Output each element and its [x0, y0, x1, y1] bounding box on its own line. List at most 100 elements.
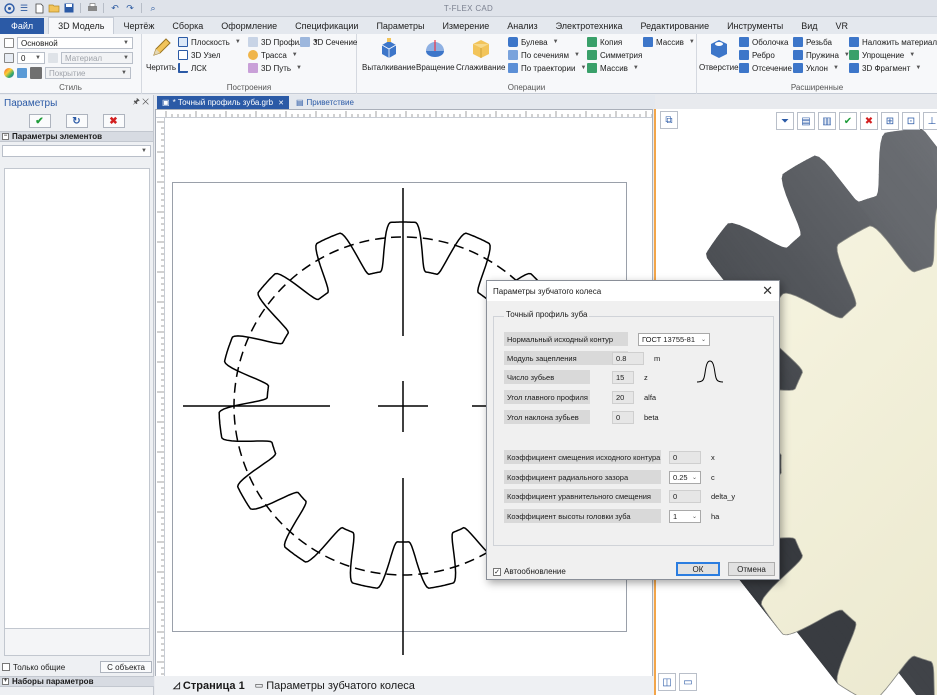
tab-parameters[interactable]: Параметры: [367, 18, 433, 34]
selection-filter-button[interactable]: ▥: [818, 112, 836, 130]
section3d-button[interactable]: 3D Сечение: [300, 37, 357, 47]
node3d-button[interactable]: 3D Узел: [178, 50, 221, 60]
app-logo-icon[interactable]: [3, 2, 15, 14]
open-folder-icon[interactable]: [48, 2, 60, 14]
zoom-fit-button[interactable]: ⊡: [902, 112, 920, 130]
grid-button[interactable]: ⊞: [881, 112, 899, 130]
color-palette-icon[interactable]: [4, 68, 14, 78]
doc-tab-gear-profile[interactable]: ▣ * Точный профиль зуба.grb ✕: [157, 96, 289, 109]
unit-label: x: [711, 452, 715, 462]
path-button[interactable]: Трасса ▼: [248, 50, 298, 60]
tab-formatting[interactable]: Оформление: [212, 18, 286, 34]
apply-button[interactable]: ✔: [28, 114, 51, 128]
auto-update-checkbox[interactable]: ✓ Автообновление: [493, 567, 566, 576]
ok-button[interactable]: ОК: [676, 562, 720, 576]
array-button-2[interactable]: Массив ▼: [587, 63, 639, 73]
array-button-1[interactable]: Массив ▼: [643, 37, 695, 47]
array-label-1: Массив: [656, 37, 684, 47]
tab-assembly[interactable]: Сборка: [163, 18, 212, 34]
save-icon[interactable]: [63, 2, 75, 14]
tab-view[interactable]: Вид: [792, 18, 826, 34]
helix-angle-input[interactable]: 0: [612, 410, 634, 424]
tab-vr[interactable]: VR: [827, 18, 858, 34]
slope-button[interactable]: Уклон ▼: [793, 63, 839, 73]
module-input[interactable]: 0.8: [612, 351, 644, 365]
draw-button[interactable]: Чертить: [146, 36, 176, 72]
fragment3d-button[interactable]: 3D Фрагмент ▼: [849, 63, 921, 73]
only-common-checkbox[interactable]: Только общие: [2, 663, 65, 672]
material-combo[interactable]: Материал ▼: [61, 52, 133, 64]
extrude-button[interactable]: Выталкивание: [362, 36, 416, 72]
clearance-combo[interactable]: 0.25 ⌄: [669, 470, 701, 484]
model-tree-button[interactable]: ⧉: [660, 111, 678, 129]
redo-icon[interactable]: ↷: [124, 2, 136, 14]
axes-button[interactable]: ⊥: [923, 112, 937, 130]
boolean-button[interactable]: Булева ▼: [508, 37, 559, 47]
color-swatch[interactable]: [30, 67, 42, 79]
profile-angle-input[interactable]: 20: [612, 390, 634, 404]
simplify-button[interactable]: Упрощение ▼: [849, 50, 915, 60]
cut-button[interactable]: Отсечение: [739, 63, 792, 73]
coating-combo[interactable]: Покрытие ▼: [45, 67, 131, 79]
thread-button[interactable]: Резьба: [793, 37, 832, 47]
rib-button[interactable]: Ребро: [739, 50, 775, 60]
hole-button[interactable]: Отверстие: [699, 36, 739, 72]
cancel-button[interactable]: Отмена: [728, 562, 775, 576]
element-selector[interactable]: ▼: [2, 145, 151, 157]
tab-file[interactable]: Файл: [0, 18, 45, 34]
plane-button[interactable]: Плоскость ▼: [178, 37, 241, 47]
doc-tab-welcome[interactable]: ▤ Приветствие: [291, 96, 359, 109]
window-layout-button[interactable]: ▭: [679, 673, 697, 691]
by-sections-button[interactable]: По сечениям ▼: [508, 50, 580, 60]
layer-combo[interactable]: Основной ▼: [17, 37, 133, 49]
tab-3d-model[interactable]: 3D Модель: [48, 17, 115, 34]
tab-analysis[interactable]: Анализ: [498, 18, 546, 34]
menu-icon[interactable]: ☰: [18, 2, 30, 14]
filter-button[interactable]: ⏷: [776, 112, 794, 130]
contour-combo[interactable]: ГОСТ 13755-81 ⌄: [638, 332, 710, 346]
equalizing-input[interactable]: 0: [669, 489, 701, 503]
shell-button[interactable]: Оболочка: [739, 37, 788, 47]
tab-drawing[interactable]: Чертёж: [114, 18, 163, 34]
tab-editing[interactable]: Редактирование: [632, 18, 719, 34]
section-header-param-sets[interactable]: + Наборы параметров: [0, 676, 154, 687]
smooth-button[interactable]: Сглаживание: [456, 36, 505, 72]
rotate-button[interactable]: Вращение: [416, 36, 455, 72]
apply-material-button[interactable]: Наложить материал: [849, 37, 937, 47]
param-label: Угол главного профиля: [504, 390, 590, 404]
level-combo[interactable]: 0 ▼: [17, 52, 45, 64]
new-file-icon[interactable]: [33, 2, 45, 14]
clearance-value: 0.25: [673, 472, 688, 482]
tab-measure[interactable]: Измерение: [433, 18, 498, 34]
cancel-button[interactable]: ✖: [102, 114, 125, 128]
color-fill-icon[interactable]: [17, 68, 27, 78]
from-object-button[interactable]: С объекта: [100, 661, 152, 673]
pin-icon[interactable]: 🖈 ✕: [132, 96, 149, 110]
page-tab-1[interactable]: ◿ Страница 1: [169, 680, 249, 692]
close-icon[interactable]: ✕: [762, 283, 773, 299]
tab-specifications[interactable]: Спецификации: [286, 18, 367, 34]
teeth-input[interactable]: 15: [612, 370, 634, 384]
copy-button[interactable]: Копия: [587, 37, 622, 47]
filter-settings-button[interactable]: ▤: [797, 112, 815, 130]
symmetry-button[interactable]: Симметрия: [587, 50, 642, 60]
tab-electrical[interactable]: Электротехника: [547, 18, 632, 34]
refresh-button[interactable]: ↻: [65, 114, 88, 128]
element-parameters-list[interactable]: [4, 168, 150, 630]
spring-button[interactable]: Пружина ▼: [793, 50, 850, 60]
path3d-button[interactable]: 3D Путь ▼: [248, 63, 302, 73]
close-icon[interactable]: ✕: [278, 99, 284, 107]
undo-icon[interactable]: ↶: [109, 2, 121, 14]
tab-tools[interactable]: Инструменты: [718, 18, 792, 34]
by-path-button[interactable]: По траектории ▼: [508, 63, 586, 73]
clear-selection-button[interactable]: ✖: [860, 112, 878, 130]
print-icon[interactable]: [86, 2, 98, 14]
shift-input[interactable]: 0: [669, 450, 701, 464]
section-header-elements[interactable]: − Параметры элементов: [0, 131, 153, 142]
lcs-button[interactable]: ЛСК: [178, 63, 207, 73]
confirm-selection-button[interactable]: ✔: [839, 112, 857, 130]
split-view-button[interactable]: ◫: [658, 673, 676, 691]
addendum-combo[interactable]: 1 ⌄: [669, 509, 701, 523]
zoom-icon[interactable]: ⌕: [147, 2, 159, 14]
page-tab-gear-params[interactable]: ▭ Параметры зубчатого колеса: [251, 680, 419, 692]
